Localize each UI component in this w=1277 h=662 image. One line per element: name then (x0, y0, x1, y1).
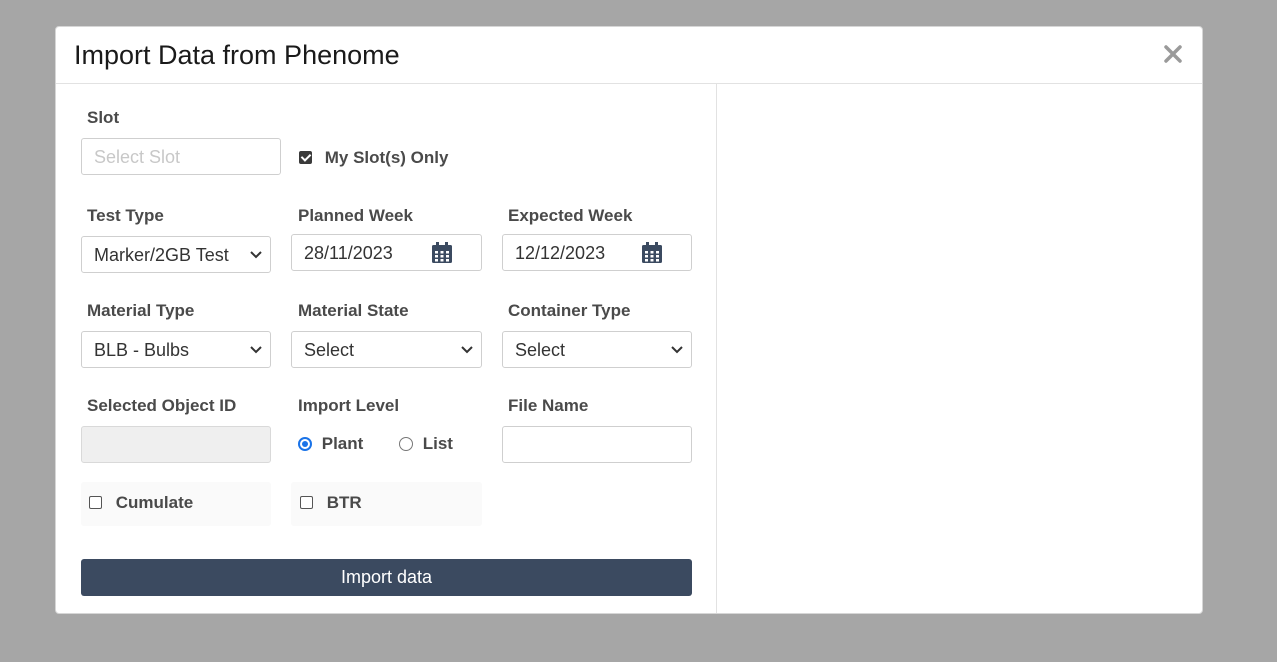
radio-unselected-icon[interactable] (399, 437, 413, 451)
container-type-select[interactable]: Select (502, 331, 692, 368)
slot-placeholder: Select Slot (94, 147, 181, 167)
file-name-label: File Name (508, 396, 589, 415)
test-type-label: Test Type (87, 206, 164, 225)
cumulate-label: Cumulate (115, 493, 194, 512)
planned-week-input[interactable]: 28/11/2023 (291, 234, 482, 271)
planned-week-label: Planned Week (298, 206, 413, 225)
checkbox-unchecked-icon[interactable] (89, 496, 102, 509)
close-icon (1164, 45, 1182, 63)
preview-pane (717, 84, 1202, 613)
expected-week-value: 12/12/2023 (515, 243, 606, 263)
my-slots-only-checkbox[interactable]: My Slot(s) Only (299, 148, 448, 168)
test-type-value: Marker/2GB Test (94, 245, 229, 265)
calendar-icon[interactable] (641, 242, 663, 264)
checkbox-unchecked-icon[interactable] (300, 496, 313, 509)
import-level-list-label: List (422, 434, 453, 453)
selected-object-id-input (81, 426, 271, 463)
calendar-icon[interactable] (431, 242, 453, 264)
chevron-down-icon (250, 346, 262, 354)
modal-header: Import Data from Phenome (56, 27, 1202, 84)
close-button[interactable] (1162, 43, 1184, 65)
selected-object-id-label: Selected Object ID (87, 396, 237, 415)
material-type-label: Material Type (87, 301, 195, 320)
form-pane: Slot Select Slot My Slot(s) Only Test Ty… (56, 84, 717, 613)
cumulate-checkbox[interactable]: Cumulate (89, 493, 193, 513)
test-type-select[interactable]: Marker/2GB Test (81, 236, 271, 273)
expected-week-label: Expected Week (508, 206, 633, 225)
import-modal: Import Data from Phenome Slot Select Slo… (55, 26, 1203, 614)
btr-checkbox[interactable]: BTR (300, 493, 362, 513)
my-slots-only-label: My Slot(s) Only (324, 148, 449, 167)
expected-week-input[interactable]: 12/12/2023 (502, 234, 692, 271)
chevron-down-icon (461, 346, 473, 354)
import-level-plant-label: Plant (321, 434, 364, 453)
slot-label: Slot (87, 108, 120, 127)
file-name-input[interactable] (502, 426, 692, 463)
import-data-button[interactable]: Import data (81, 559, 692, 596)
modal-title: Import Data from Phenome (74, 40, 400, 70)
chevron-down-icon (671, 346, 683, 354)
container-type-label: Container Type (508, 301, 631, 320)
material-state-value: Select (304, 340, 355, 360)
import-level-label: Import Level (298, 396, 400, 415)
btr-label: BTR (326, 493, 362, 512)
checkbox-checked-icon[interactable] (299, 151, 312, 164)
material-type-value: BLB - Bulbs (94, 340, 190, 360)
import-level-plant-radio[interactable]: Plant (298, 434, 363, 454)
material-state-label: Material State (298, 301, 409, 320)
material-state-select[interactable]: Select (291, 331, 482, 368)
chevron-down-icon (250, 251, 262, 259)
import-level-list-radio[interactable]: List (399, 434, 453, 454)
planned-week-value: 28/11/2023 (304, 243, 393, 263)
material-type-select[interactable]: BLB - Bulbs (81, 331, 271, 368)
container-type-value: Select (515, 340, 566, 360)
radio-selected-icon[interactable] (298, 437, 312, 451)
slot-input[interactable]: Select Slot (81, 138, 281, 175)
